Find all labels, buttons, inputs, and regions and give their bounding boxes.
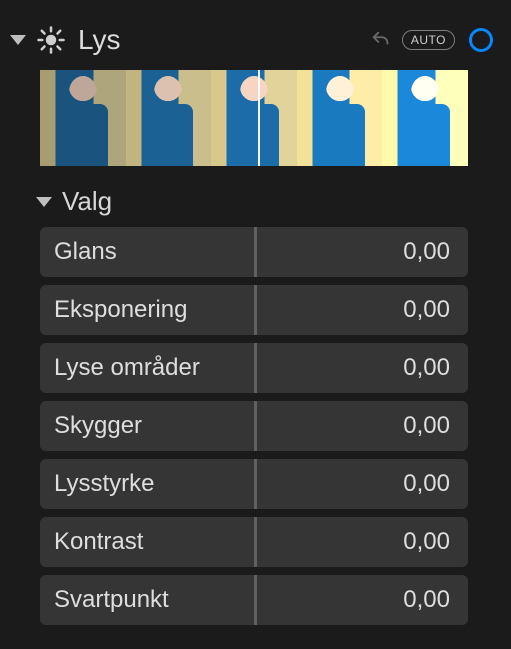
preview-marker[interactable] bbox=[258, 70, 260, 166]
slider-value: 0,00 bbox=[403, 296, 450, 324]
slider-row-svartpunkt[interactable]: Svartpunkt 0,00 bbox=[40, 575, 468, 625]
slider-value: 0,00 bbox=[403, 412, 450, 440]
slider-tick bbox=[254, 343, 257, 393]
slider-row-skygger[interactable]: Skygger 0,00 bbox=[40, 401, 468, 451]
preview-thumb bbox=[126, 70, 212, 166]
auto-button[interactable]: AUTO bbox=[402, 30, 455, 50]
chevron-down-icon bbox=[36, 197, 52, 207]
slider-tick bbox=[254, 285, 257, 335]
preview-thumb bbox=[382, 70, 468, 166]
slider-row-lysstyrke[interactable]: Lysstyrke 0,00 bbox=[40, 459, 468, 509]
slider-row-lyse-omrader[interactable]: Lyse områder 0,00 bbox=[40, 343, 468, 393]
slider-row-kontrast[interactable]: Kontrast 0,00 bbox=[40, 517, 468, 567]
sun-icon bbox=[36, 25, 66, 55]
slider-tick bbox=[254, 459, 257, 509]
slider-tick bbox=[254, 575, 257, 625]
light-title: Lys bbox=[78, 24, 121, 56]
slider-tick bbox=[254, 227, 257, 277]
chevron-down-icon[interactable] bbox=[10, 35, 26, 45]
slider-label: Svartpunkt bbox=[54, 586, 169, 614]
options-label: Valg bbox=[62, 186, 112, 217]
light-adjust-panel: Lys AUTO Valg Glans 0,00 Eksponering bbox=[0, 0, 511, 625]
preview-thumb bbox=[40, 70, 126, 166]
slider-tick bbox=[254, 401, 257, 451]
slider-value: 0,00 bbox=[403, 528, 450, 556]
options-header[interactable]: Valg bbox=[0, 176, 511, 227]
slider-tick bbox=[254, 517, 257, 567]
slider-row-glans[interactable]: Glans 0,00 bbox=[40, 227, 468, 277]
preview-thumb bbox=[211, 70, 297, 166]
slider-list: Glans 0,00 Eksponering 0,00 Lyse områder… bbox=[0, 227, 468, 625]
light-preview-strip[interactable] bbox=[40, 70, 468, 166]
slider-value: 0,00 bbox=[403, 586, 450, 614]
slider-row-eksponering[interactable]: Eksponering 0,00 bbox=[40, 285, 468, 335]
undo-icon[interactable] bbox=[370, 29, 392, 51]
slider-value: 0,00 bbox=[403, 470, 450, 498]
slider-label: Skygger bbox=[54, 412, 142, 440]
slider-value: 0,00 bbox=[403, 354, 450, 382]
enable-indicator[interactable] bbox=[469, 28, 493, 52]
preview-thumb bbox=[297, 70, 383, 166]
slider-label: Lysstyrke bbox=[54, 470, 154, 498]
slider-label: Glans bbox=[54, 238, 117, 266]
slider-label: Lyse områder bbox=[54, 354, 200, 382]
slider-label: Kontrast bbox=[54, 528, 143, 556]
light-header: Lys AUTO bbox=[0, 12, 511, 70]
slider-value: 0,00 bbox=[403, 238, 450, 266]
slider-label: Eksponering bbox=[54, 296, 187, 324]
